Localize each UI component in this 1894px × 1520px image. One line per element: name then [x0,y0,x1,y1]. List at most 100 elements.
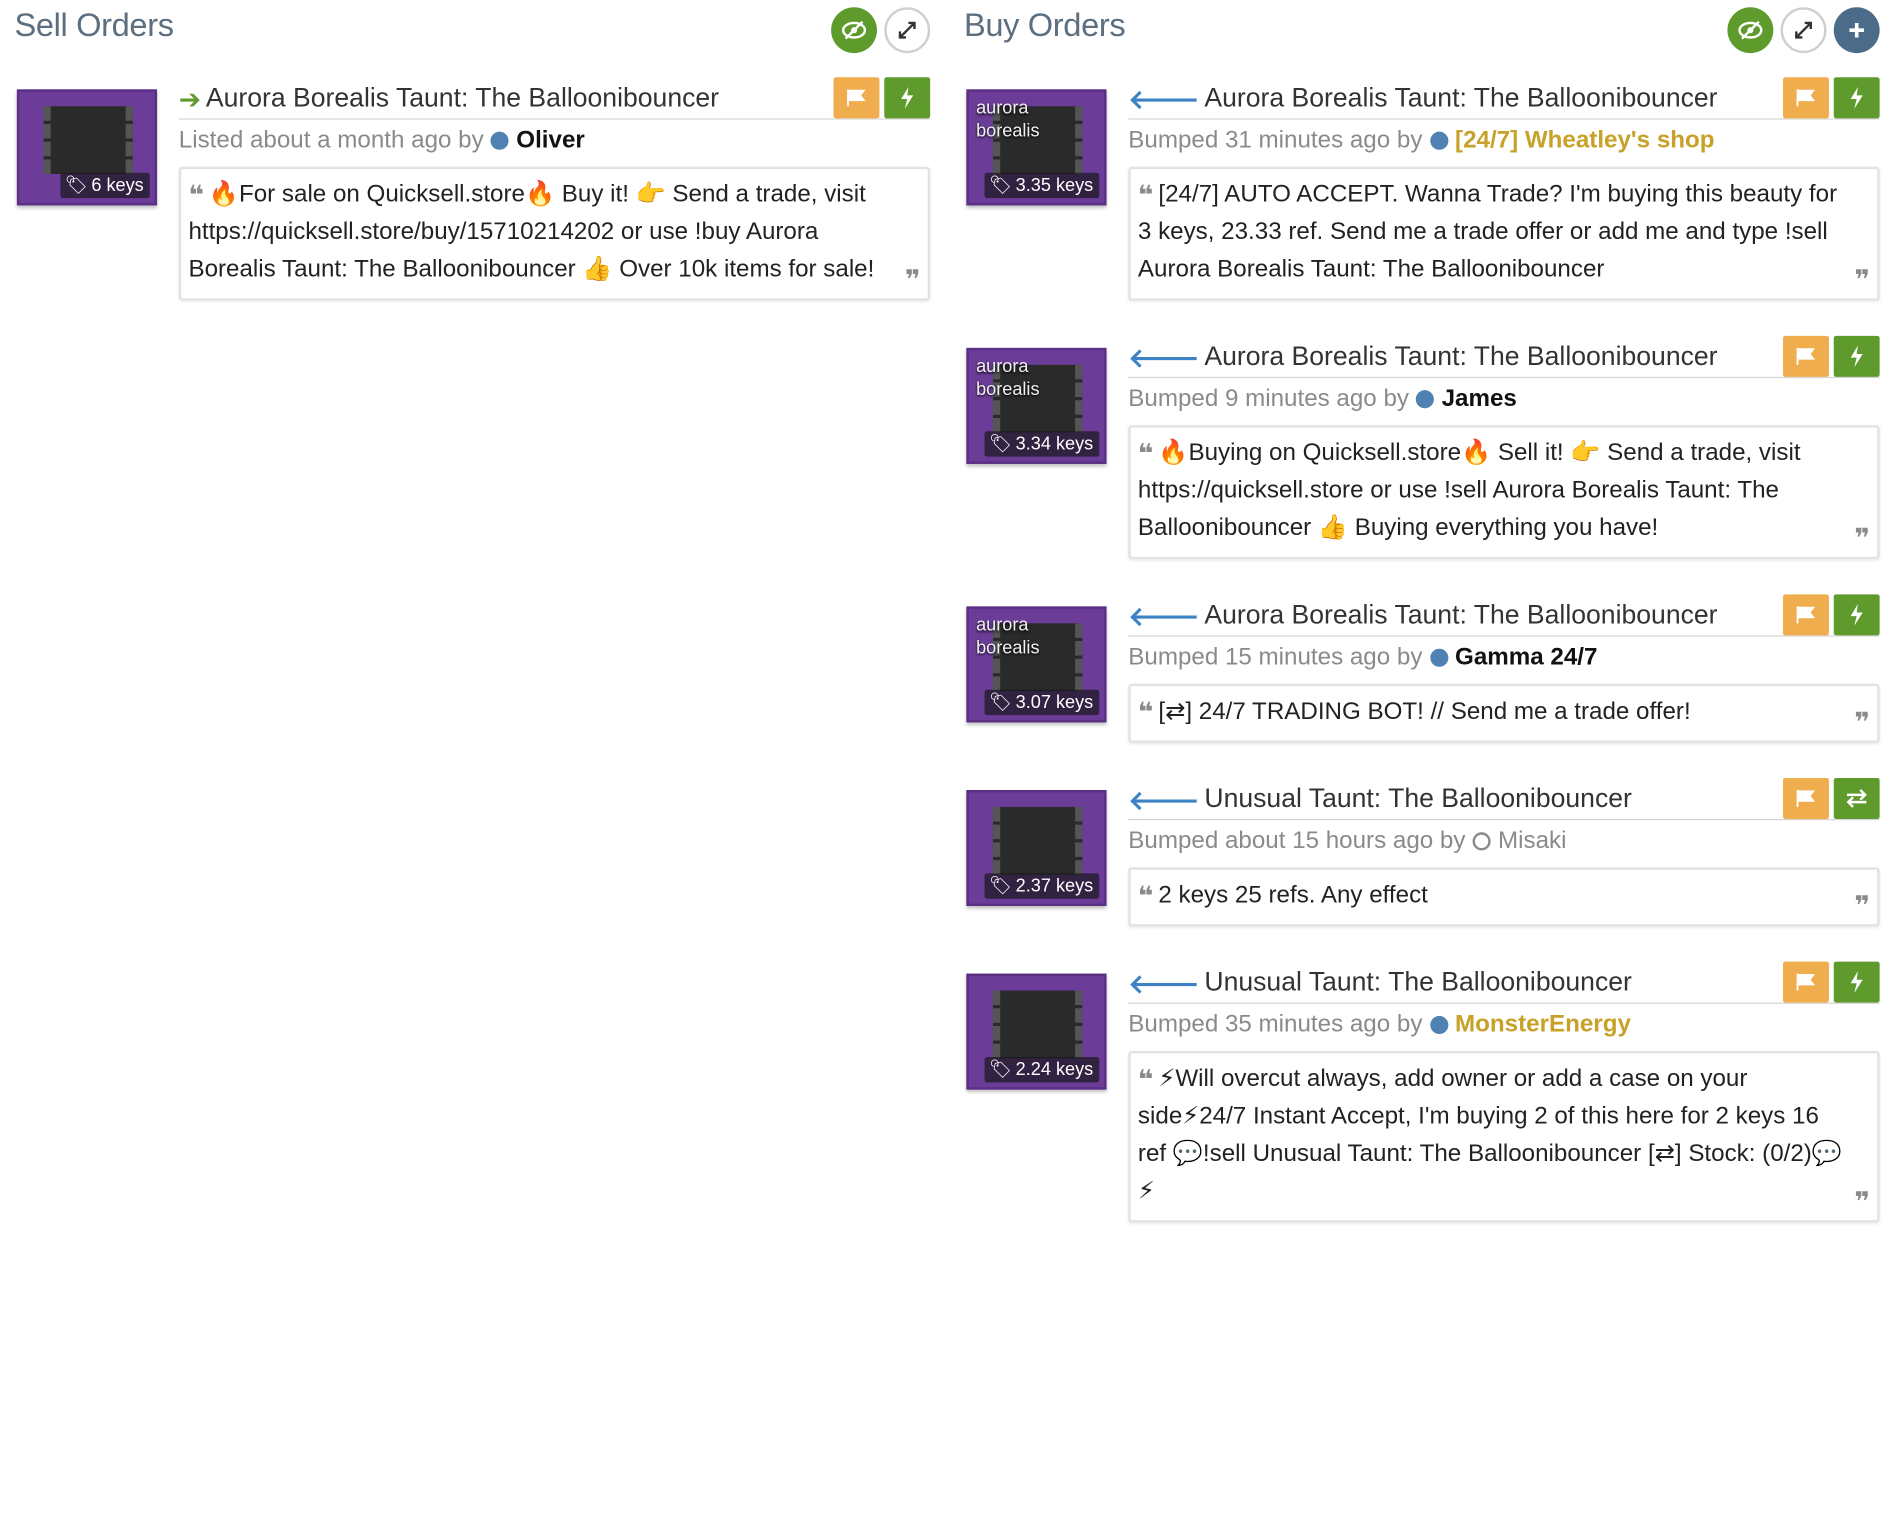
tag-icon: 🏷 [989,1059,1013,1080]
item-name-link[interactable]: Unusual Taunt: The Balloonibouncer [1204,966,1631,997]
item-name-link[interactable]: Aurora Borealis Taunt: The Balloonibounc… [1204,341,1717,372]
listing-item: aurora borealis 🏷 3.35 keys 🡐 Aurora Bore… [962,75,1880,334]
bolt-icon [1850,86,1863,109]
taunt-film-icon [43,106,133,174]
report-button[interactable] [1783,77,1829,119]
online-status-icon [1429,1015,1448,1035]
expand-button[interactable] [1780,7,1827,54]
online-status-icon [1429,648,1448,667]
quote-close-icon: ❞ [1854,523,1870,554]
bolt-icon [1850,971,1863,993]
listing-meta: Bumped about 15 hours ago by Misaki [1128,827,1567,855]
bolt-icon [901,86,914,109]
plus-icon [1849,22,1864,38]
offline-status-icon [1472,832,1491,851]
item-thumbnail[interactable]: aurora borealis 🏷 3.07 keys [966,606,1107,723]
flag-icon [1796,790,1816,807]
quote-close-icon: ❞ [904,264,921,295]
user-link[interactable]: James [1442,385,1517,413]
quote-open-icon: ❝ [1137,880,1154,911]
arrow-left-icon: 🡐 [1128,84,1200,115]
tag-icon: 🏷 [989,175,1013,196]
listing-message: ❝ [24/7] AUTO ACCEPT. Wanna Trade? I'm bu… [1128,166,1880,301]
user-link[interactable]: MonsterEnergy [1455,1011,1631,1039]
quote-close-icon: ❞ [1854,706,1870,737]
taunt-film-icon [992,990,1083,1059]
hide-toggle-button[interactable] [831,7,878,54]
item-thumbnail[interactable]: 🏷 2.24 keys [966,973,1107,1090]
instant-trade-button[interactable] [884,77,931,119]
expand-icon [898,21,916,39]
expand-icon [1795,21,1812,39]
listing-item: 🏷 2.37 keys 🡐 Unusual Taunt: The Ballooni… [962,776,1880,960]
exchange-icon [1846,789,1867,808]
online-status-icon [1429,131,1448,150]
tag-icon: 🏷 [64,175,88,196]
flag-icon [1796,973,1816,991]
listing-message: ❝ [⇄] 24/7 TRADING BOT! // Send me a trad… [1128,683,1880,743]
listing-meta: Bumped 15 minutes ago by Gamma 24/7 [1128,643,1598,672]
report-button[interactable] [833,77,880,119]
report-button[interactable] [1783,961,1829,1003]
listing-item: aurora borealis 🏷 3.34 keys 🡐 Aurora Bore… [962,333,1880,592]
instant-trade-button[interactable] [1833,335,1880,377]
effect-name-overlay: aurora borealis [976,614,1040,659]
item-name-link[interactable]: Aurora Borealis Taunt: The Balloonibounc… [1204,599,1717,630]
instant-trade-button[interactable] [1833,77,1880,119]
arrow-left-icon: 🡐 [1128,968,1200,1000]
flag-icon [1796,347,1816,365]
bolt-icon [1850,604,1863,626]
quote-close-icon: ❞ [1854,1186,1870,1217]
quote-open-icon: ❝ [1137,179,1154,211]
user-link[interactable]: Oliver [516,127,584,155]
add-order-button[interactable] [1833,7,1880,54]
buy-orders-column: Buy Orders aurora borealis 🏷 3.35 keys 🡐… [962,0,1880,1249]
flag-icon [847,89,866,107]
flag-icon [1796,606,1816,624]
price-tag: 🏷 3.35 keys [984,172,1100,199]
listing-message: ❝ ⚡Will overcut always, add owner or add … [1128,1050,1880,1223]
quote-open-icon: ❝ [1137,697,1154,728]
user-link[interactable]: Misaki [1498,827,1566,855]
listing-message: ❝ 2 keys 25 refs. Any effect ❞ [1128,867,1880,927]
quote-open-icon: ❝ [188,179,205,211]
quote-close-icon: ❞ [1854,890,1870,921]
item-name-link[interactable]: Unusual Taunt: The Balloonibouncer [1204,783,1631,814]
report-button[interactable] [1783,594,1829,636]
online-status-icon [490,131,510,150]
item-thumbnail[interactable]: aurora borealis 🏷 3.35 keys [966,89,1107,206]
item-thumbnail[interactable]: 🏷 6 keys [16,89,158,206]
listing-meta: Bumped 31 minutes ago by [24/7] Wheatley… [1128,126,1715,155]
sell-orders-column: Sell Orders 🏷 6 keys ➔ Aurora Borealis Ta… [12,0,931,333]
listing-item: 🏷 2.24 keys 🡐 Unusual Taunt: The Ballooni… [962,959,1880,1249]
bolt-icon [1850,345,1863,368]
user-link[interactable]: Gamma 24/7 [1455,644,1597,672]
buy-orders-header: Buy Orders [962,0,1880,75]
quote-close-icon: ❞ [1854,264,1870,295]
send-offer-button[interactable] [1833,777,1880,820]
tag-icon: 🏷 [989,875,1013,897]
buy-orders-title: Buy Orders [963,7,1126,44]
listing-meta: Bumped 9 minutes ago by James [1128,385,1517,413]
expand-button[interactable] [884,7,931,54]
tag-icon: 🏷 [989,433,1013,455]
report-button[interactable] [1783,777,1829,820]
listing-item: aurora borealis 🏷 3.07 keys 🡐 Aurora Bore… [962,592,1880,776]
item-thumbnail[interactable]: aurora borealis 🏷 3.34 keys [966,347,1107,464]
arrow-left-icon: 🡐 [1128,343,1200,374]
arrow-left-icon: 🡐 [1128,601,1200,632]
eye-slash-icon [841,20,867,40]
effect-name-overlay: aurora borealis [976,356,1040,400]
report-button[interactable] [1783,335,1829,377]
hide-toggle-button[interactable] [1727,7,1774,54]
instant-trade-button[interactable] [1833,594,1880,636]
item-name-link[interactable]: Aurora Borealis Taunt: The Balloonibounc… [1204,82,1717,113]
user-link[interactable]: [24/7] Wheatley's shop [1455,127,1715,155]
sell-orders-header: Sell Orders [12,0,931,75]
tag-icon: 🏷 [989,692,1013,713]
item-thumbnail[interactable]: 🏷 2.37 keys [966,790,1107,906]
item-name-link[interactable]: Aurora Borealis Taunt: The Balloonibounc… [206,82,719,113]
instant-trade-button[interactable] [1833,961,1880,1003]
price-tag: 🏷 2.37 keys [984,873,1100,899]
listing-meta: Listed about a month ago by Oliver [178,126,585,155]
